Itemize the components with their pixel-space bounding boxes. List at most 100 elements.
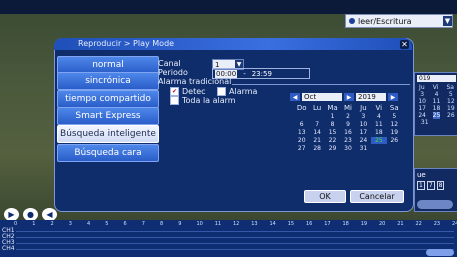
next-month-icon[interactable]: ▶ — [344, 93, 354, 101]
detec-checkbox[interactable]: ✔ Detec — [170, 87, 206, 96]
chevron-down-icon[interactable]: ▼ — [443, 16, 452, 26]
calendar-day[interactable]: 28 — [309, 145, 324, 152]
alarma-label: Alarma — [229, 87, 258, 96]
toda-alarm-checkbox[interactable]: Toda la alarm — [170, 96, 236, 105]
dialog-title: Reproducir > Play Mode — [78, 39, 175, 48]
calendar-day[interactable]: 24 — [356, 137, 371, 144]
calendar-day[interactable]: 5 — [387, 113, 402, 120]
cancel-button[interactable]: Cancelar — [350, 190, 404, 203]
menu-item[interactable]: tiempo compartido — [57, 90, 159, 108]
calendar-day[interactable]: 27 — [294, 145, 309, 152]
calendar-day[interactable]: 15 — [325, 129, 340, 136]
channel-track[interactable] — [16, 249, 454, 250]
close-icon[interactable]: ✕ — [400, 40, 409, 49]
calendar-day[interactable]: 20 — [294, 137, 309, 144]
calendar-day[interactable]: 29 — [325, 145, 340, 152]
checkbox-icon[interactable] — [170, 96, 179, 105]
calendar-day[interactable]: 12 — [387, 121, 402, 128]
side-calendar-day[interactable]: 24 — [418, 112, 426, 119]
calendar-day[interactable]: 17 — [356, 129, 371, 136]
hour-tick: 3 — [68, 221, 72, 227]
calendar-day[interactable]: 13 — [294, 129, 309, 136]
calendar-day[interactable]: 22 — [325, 137, 340, 144]
side-calendar-days: 3 4 5 10 11 12 17 18 19 24 25 26 31 — [415, 91, 457, 126]
channel-track[interactable] — [16, 237, 454, 238]
alarma-checkbox[interactable]: Alarma — [217, 87, 257, 96]
hour-tick: 9 — [178, 221, 182, 227]
side-calendar-day[interactable]: 5 — [449, 91, 453, 98]
alarm-divider — [232, 84, 410, 85]
side-panel-button[interactable] — [417, 200, 453, 209]
calendar-day[interactable]: 8 — [325, 121, 340, 128]
menu-item[interactable]: Búsqueda cara — [57, 144, 159, 162]
calendar-day[interactable]: 16 — [340, 129, 355, 136]
calendar-day — [387, 145, 402, 152]
side-calendar-day[interactable]: 12 — [447, 98, 455, 105]
side-panel-number[interactable]: 8 — [436, 181, 445, 190]
side-calendar-day[interactable]: 26 — [447, 112, 455, 119]
calendar-day[interactable]: 4 — [371, 113, 386, 120]
side-calendar-day[interactable]: 18 — [433, 105, 441, 112]
hour-tick: 4 — [87, 221, 91, 227]
hour-tick: 6 — [123, 221, 127, 227]
side-calendar-row: 31 — [415, 119, 457, 126]
month-select[interactable]: Oct — [302, 93, 342, 101]
calendar-day[interactable]: 1 — [325, 113, 340, 120]
calendar-day[interactable]: 31 — [356, 145, 371, 152]
side-panel-label: ue — [417, 171, 426, 179]
checkbox-checked-icon[interactable]: ✔ — [170, 87, 179, 96]
side-calendar-row: 10 11 12 — [415, 98, 457, 105]
radio-icon — [349, 18, 355, 24]
year-select[interactable]: 2019 — [356, 93, 386, 101]
next-year-icon[interactable]: ▶ — [388, 93, 398, 101]
period-end[interactable]: 23:59 — [252, 70, 272, 78]
menu-item[interactable]: sincrónica — [57, 72, 159, 90]
side-calendar-day[interactable]: 19 — [447, 105, 455, 112]
side-calendar-day[interactable]: 11 — [433, 98, 441, 105]
side-calendar-day[interactable]: 31 — [421, 119, 429, 126]
hour-tick: 2 — [50, 221, 54, 227]
calendar-day[interactable]: 3 — [356, 113, 371, 120]
checkbox-icon[interactable] — [217, 87, 226, 96]
calendar-day[interactable]: 7 — [309, 121, 324, 128]
calendar-day[interactable]: 23 — [340, 137, 355, 144]
channel-track[interactable] — [16, 243, 454, 244]
calendar-header: ◀ Oct ▶ 2019 ▶ — [290, 92, 402, 102]
bottom-right-button[interactable] — [426, 249, 454, 256]
calendar-day[interactable]: 21 — [309, 137, 324, 144]
calendar-day[interactable]: 25 — [371, 137, 387, 144]
calendar-day[interactable]: 14 — [309, 129, 324, 136]
side-weekday: Sa — [446, 84, 454, 91]
calendar-day[interactable]: 9 — [340, 121, 355, 128]
menu-item[interactable]: Búsqueda inteligente — [57, 125, 159, 143]
side-calendar-day[interactable]: 25 — [432, 112, 441, 119]
alarm-section-label: Alarma tradicional — [158, 77, 232, 86]
calendar-day[interactable]: 10 — [356, 121, 371, 128]
calendar-day[interactable]: 19 — [387, 129, 402, 136]
side-calendar-day[interactable]: 17 — [418, 105, 426, 112]
side-calendar-day[interactable]: 4 — [435, 91, 439, 98]
read-write-mode-select[interactable]: leer/Escritura ▼ — [345, 14, 453, 28]
side-panel-number[interactable]: 1 — [417, 181, 425, 190]
weekday-label: Ju — [360, 104, 367, 112]
calendar-day[interactable]: 11 — [371, 121, 386, 128]
side-calendar-day[interactable]: 3 — [420, 91, 424, 98]
channel-track[interactable] — [16, 231, 454, 232]
side-calendar: 019 Ju Vi Sa 3 4 5 10 11 12 17 18 19 24 25 26 31 — [414, 72, 457, 136]
weekday-label: Do — [296, 104, 307, 112]
calendar-day[interactable]: 30 — [340, 145, 355, 152]
hour-tick: 10 — [196, 221, 203, 227]
calendar-day[interactable]: 2 — [340, 113, 355, 120]
side-panel-numbers: 178 — [417, 181, 445, 190]
side-weekday: Ju — [419, 84, 425, 91]
side-calendar-day[interactable]: 10 — [418, 98, 426, 105]
calendar-day[interactable]: 18 — [371, 129, 386, 136]
menu-item[interactable]: Smart Express — [57, 107, 159, 125]
side-panel-number[interactable]: 7 — [426, 181, 435, 190]
hour-tick: 11 — [214, 221, 222, 227]
hour-tick: 1 — [32, 221, 36, 227]
ok-button[interactable]: OK — [304, 190, 346, 203]
calendar-day[interactable]: 26 — [387, 137, 402, 144]
prev-month-icon[interactable]: ◀ — [290, 93, 300, 101]
calendar-day[interactable]: 6 — [294, 121, 309, 128]
